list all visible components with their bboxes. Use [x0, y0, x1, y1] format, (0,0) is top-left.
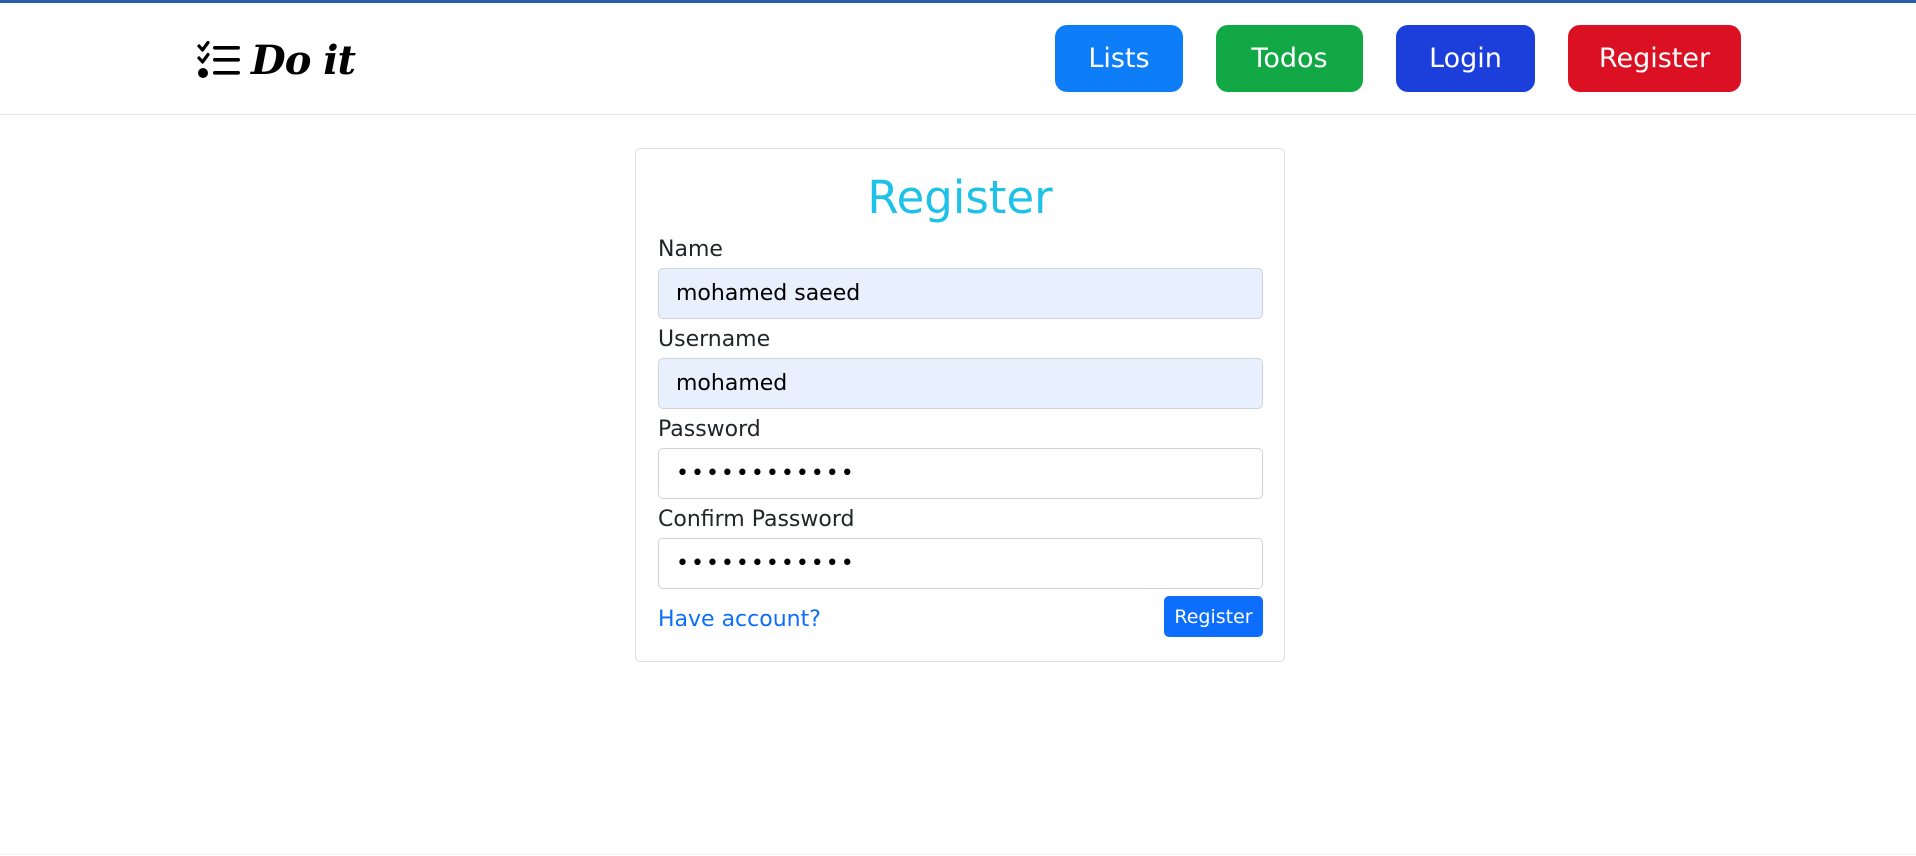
password-label: Password — [658, 417, 761, 442]
nav-todos-button[interactable]: Todos — [1216, 25, 1363, 92]
register-card: Register Name Username Password Confirm … — [635, 148, 1285, 662]
username-label: Username — [658, 327, 771, 352]
name-label: Name — [658, 237, 723, 262]
confirm-password-label: Confirm Password — [658, 507, 855, 532]
navbar: Do it Lists Todos Login Register — [0, 3, 1916, 115]
name-input[interactable] — [658, 268, 1263, 319]
nav-login-button[interactable]: Login — [1396, 25, 1535, 92]
checklist-icon — [197, 41, 241, 81]
username-input[interactable] — [658, 358, 1263, 409]
nav-lists-button[interactable]: Lists — [1055, 25, 1183, 92]
brand-logo[interactable]: Do it — [197, 36, 356, 86]
brand-name: Do it — [251, 37, 356, 84]
nav-register-button[interactable]: Register — [1568, 25, 1741, 92]
confirm-password-input[interactable] — [658, 538, 1263, 589]
bottom-divider — [0, 854, 1916, 855]
register-submit-button[interactable]: Register — [1164, 596, 1263, 637]
have-account-link[interactable]: Have account? — [658, 607, 821, 632]
form-title: Register — [867, 171, 1053, 224]
password-input[interactable] — [658, 448, 1263, 499]
